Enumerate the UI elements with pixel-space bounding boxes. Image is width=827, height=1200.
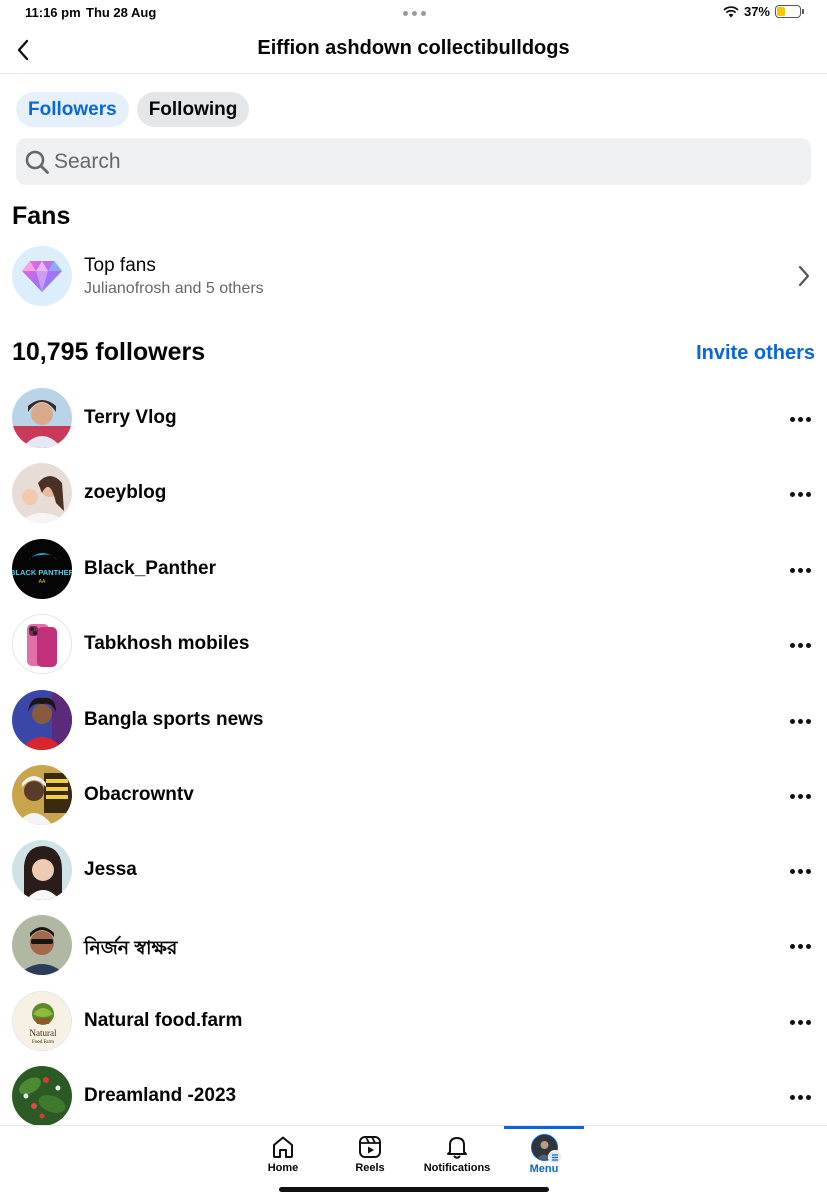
avatar[interactable] (12, 840, 72, 900)
battery-percent: 37% (743, 4, 770, 19)
follower-row: নির্জন স্বাক্ষর (12, 915, 817, 977)
nav-label: Home (267, 1162, 299, 1174)
avatar[interactable] (12, 463, 72, 523)
multitasking-dots-icon[interactable] (403, 11, 426, 16)
follower-row: Jessa (12, 840, 817, 902)
more-options-icon[interactable] (788, 415, 813, 424)
follower-row: zoeyblog (12, 463, 817, 525)
follower-name[interactable]: নির্জন স্বাক্ষর (84, 934, 177, 966)
reels-icon (359, 1136, 381, 1158)
nav-reels[interactable]: Reels (330, 1126, 410, 1176)
status-bar: 11:16 pm Thu 28 Aug 37% (0, 0, 827, 26)
more-options-icon[interactable] (788, 717, 813, 726)
nav-label: Reels (355, 1162, 385, 1174)
more-options-icon[interactable] (788, 942, 813, 951)
more-options-icon[interactable] (788, 1018, 813, 1027)
follower-row: Bangla sports news (12, 690, 817, 752)
more-options-icon[interactable] (788, 867, 813, 876)
status-indicators: 37% (723, 4, 804, 19)
svg-text:Natural: Natural (30, 1028, 57, 1038)
more-options-icon[interactable] (788, 566, 813, 575)
avatar[interactable]: BLACK PANTHER AA (12, 539, 72, 599)
avatar[interactable] (12, 915, 72, 975)
home-indicator[interactable] (279, 1187, 549, 1192)
top-fans-subtitle: Julianofrosh and 5 others (84, 280, 264, 297)
follower-name[interactable]: Jessa (84, 859, 137, 881)
menu-lines-icon (547, 1150, 562, 1164)
follower-name[interactable]: Tabkhosh mobiles (84, 633, 249, 655)
svg-text:AA: AA (39, 579, 46, 585)
top-fans-title: Top fans (84, 255, 156, 276)
follower-row: Terry Vlog (12, 388, 817, 450)
search-input[interactable] (54, 149, 754, 174)
follower-row: Dreamland -2023 (12, 1066, 817, 1128)
avatar[interactable] (12, 690, 72, 750)
nav-home[interactable]: Home (243, 1126, 323, 1176)
page-title: Eiffion ashdown collectibulldogs (257, 37, 570, 59)
follower-row: Obacrowntv (12, 765, 817, 827)
status-date: Thu 28 Aug (86, 5, 157, 20)
svg-text:BLACK PANTHER: BLACK PANTHER (12, 568, 72, 577)
nav-notifications[interactable]: Notifications (417, 1126, 497, 1176)
follower-name[interactable]: Natural food.farm (84, 1010, 242, 1032)
nav-label: Notifications (423, 1162, 491, 1174)
battery-level (777, 7, 786, 16)
follower-row: Natural Food.Farm Natural food.farm (12, 991, 817, 1053)
battery-icon (775, 5, 804, 18)
follower-name[interactable]: Terry Vlog (84, 407, 177, 429)
tab-followers[interactable]: Followers (16, 92, 129, 127)
chevron-right-icon (798, 265, 810, 287)
more-options-icon[interactable] (788, 641, 813, 650)
more-options-icon[interactable] (788, 1093, 813, 1102)
svg-text:Food.Farm: Food.Farm (32, 1040, 54, 1045)
avatar[interactable] (12, 1066, 72, 1126)
follower-name[interactable]: Obacrowntv (84, 784, 194, 806)
nav-label: Menu (529, 1163, 559, 1175)
status-time: 11:16 pm (25, 5, 81, 20)
search-bar[interactable] (16, 138, 811, 185)
follower-name[interactable]: Black_Panther (84, 558, 216, 580)
top-fans-row[interactable]: Top fans Julianofrosh and 5 others (12, 246, 817, 308)
follow-tabs: Followers Following (16, 92, 250, 127)
tab-following[interactable]: Following (136, 92, 250, 127)
avatar[interactable]: Natural Food.Farm (12, 991, 72, 1051)
bell-icon (447, 1137, 467, 1159)
page-header: Eiffion ashdown collectibulldogs (0, 26, 827, 74)
more-options-icon[interactable] (788, 490, 813, 499)
more-options-icon[interactable] (788, 792, 813, 801)
fans-heading: Fans (12, 202, 71, 230)
followers-count: 10,795 followers (12, 338, 206, 366)
wifi-icon (723, 6, 739, 18)
follower-name[interactable]: Dreamland -2023 (84, 1085, 236, 1107)
follower-name[interactable]: zoeyblog (84, 482, 166, 504)
home-icon (273, 1136, 293, 1158)
profile-avatar (530, 1134, 562, 1164)
avatar[interactable] (12, 765, 72, 825)
follower-row: Tabkhosh mobiles (12, 614, 817, 676)
nav-menu[interactable]: Menu (504, 1126, 584, 1176)
diamond-icon (12, 246, 72, 306)
avatar[interactable] (12, 614, 72, 674)
follower-name[interactable]: Bangla sports news (84, 709, 264, 731)
search-icon (25, 150, 49, 174)
invite-others-link[interactable]: Invite others (696, 342, 815, 365)
avatar[interactable] (12, 388, 72, 448)
follower-row: BLACK PANTHER AA Black_Panther (12, 539, 817, 601)
